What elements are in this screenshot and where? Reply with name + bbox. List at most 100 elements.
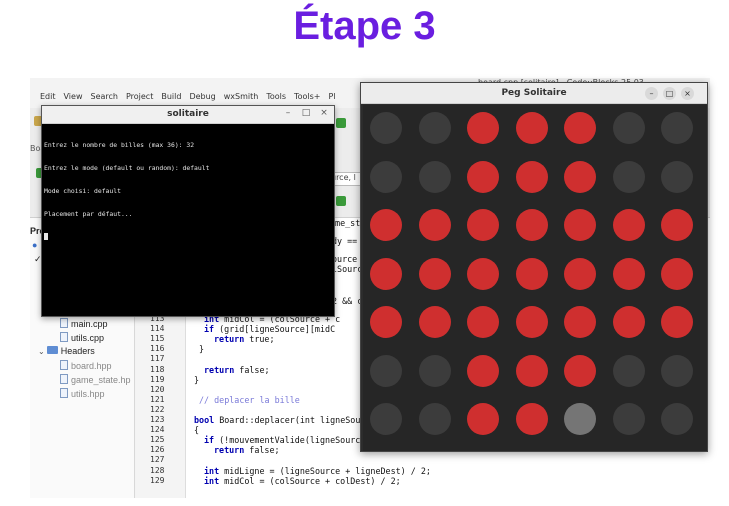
tree-file-main[interactable]: main.cpp — [60, 318, 108, 329]
peg[interactable] — [370, 306, 402, 338]
menu-item[interactable]: Project — [126, 92, 153, 101]
code-line: { — [194, 425, 199, 435]
peg[interactable] — [515, 160, 548, 193]
close-icon[interactable]: × — [681, 87, 694, 100]
play-icon[interactable] — [336, 118, 346, 128]
menu-item[interactable]: Edit — [40, 92, 56, 101]
peg[interactable] — [564, 209, 596, 241]
file-label: main.cpp — [71, 319, 108, 329]
peg[interactable] — [564, 306, 596, 338]
peg[interactable] — [467, 209, 499, 241]
peg[interactable] — [418, 209, 451, 241]
peg[interactable] — [661, 209, 693, 241]
menu-item[interactable]: Tools+ — [294, 92, 320, 101]
maximize-icon[interactable]: □ — [300, 108, 312, 118]
empty-hole[interactable] — [661, 403, 693, 435]
menu-item[interactable]: Debug — [189, 92, 215, 101]
code-text: } — [199, 344, 205, 355]
peg[interactable] — [612, 209, 645, 241]
menu-item[interactable]: Tools — [266, 92, 286, 101]
code-text: { — [194, 425, 200, 436]
code-line: int midLigne = (ligneSource + ligneDest)… — [204, 466, 431, 476]
close-icon[interactable]: × — [318, 108, 330, 118]
peg[interactable] — [564, 160, 596, 193]
peg[interactable] — [370, 257, 402, 290]
line-number: 122 — [150, 404, 165, 414]
peg[interactable] — [515, 306, 548, 338]
peg[interactable] — [564, 257, 596, 290]
empty-hole[interactable] — [418, 160, 451, 193]
empty-hole[interactable] — [661, 354, 693, 387]
empty-hole[interactable] — [418, 112, 451, 144]
file-label: utils.hpp — [71, 389, 105, 399]
peg-solitaire-window[interactable]: Peg Solitaire – □ × — [360, 82, 708, 452]
empty-hole[interactable] — [612, 112, 645, 144]
code-text: midCol = (colSource + colDest) / 2; — [219, 475, 401, 486]
terminal-cursor — [44, 233, 48, 241]
empty-hole[interactable] — [661, 112, 693, 144]
run-icon[interactable] — [336, 196, 346, 206]
empty-hole[interactable] — [418, 403, 451, 435]
tree-file-utils[interactable]: utils.cpp — [60, 332, 104, 343]
tree-file-game-state-hpp[interactable]: game_state.hp — [60, 374, 131, 385]
peg-titlebar[interactable]: Peg Solitaire – □ × — [361, 83, 707, 104]
empty-hole[interactable] — [370, 112, 402, 144]
file-icon — [60, 360, 68, 370]
peg[interactable] — [515, 403, 548, 435]
minimize-icon[interactable]: – — [645, 87, 658, 100]
terminal-line: Placement par défaut... — [44, 209, 133, 218]
line-number: 123 — [150, 415, 165, 424]
tree-file-board-hpp[interactable]: board.hpp — [60, 360, 112, 371]
empty-hole[interactable] — [661, 160, 693, 193]
terminal-window[interactable]: solitaire – □ × Entrez le nombre de bill… — [41, 105, 335, 317]
empty-hole[interactable] — [370, 403, 402, 435]
menu-item[interactable]: Build — [161, 92, 181, 101]
peg[interactable] — [564, 112, 596, 144]
menu-item[interactable]: View — [64, 92, 83, 101]
line-number: 117 — [150, 354, 165, 364]
maximize-icon[interactable]: □ — [663, 87, 676, 100]
peg[interactable] — [515, 257, 548, 290]
peg[interactable] — [467, 112, 499, 144]
code-text: false; — [244, 445, 280, 456]
peg[interactable] — [467, 257, 499, 290]
empty-hole[interactable] — [418, 354, 451, 387]
empty-hole[interactable] — [370, 354, 402, 387]
peg[interactable] — [467, 306, 499, 338]
selected-hole[interactable] — [564, 403, 596, 435]
menu-item[interactable]: Search — [90, 92, 117, 101]
line-number: 124 — [150, 425, 165, 435]
menu-item[interactable]: Pl — [328, 92, 335, 101]
peg[interactable] — [612, 306, 645, 338]
peg[interactable] — [467, 160, 499, 193]
terminal-output: Entrez le nombre de billes (max 36): 32 … — [44, 127, 209, 257]
peg[interactable] — [515, 354, 548, 387]
peg[interactable] — [515, 209, 548, 241]
code-line: } — [194, 375, 199, 385]
peg[interactable] — [661, 306, 693, 338]
code-text: Board::deplacer(int ligneSour — [214, 415, 366, 425]
peg[interactable] — [467, 403, 499, 435]
peg[interactable] — [418, 306, 451, 338]
terminal-titlebar[interactable]: solitaire – □ × — [42, 106, 334, 124]
menu-item[interactable]: wxSmith — [224, 92, 259, 101]
peg[interactable] — [661, 257, 693, 290]
empty-hole[interactable] — [612, 160, 645, 193]
line-number: 125 — [150, 435, 165, 445]
peg[interactable] — [418, 257, 451, 290]
peg[interactable] — [612, 257, 645, 290]
minimize-icon[interactable]: – — [282, 108, 294, 118]
peg[interactable] — [370, 209, 402, 241]
terminal-line: Entrez le nombre de billes (max 36): 32 — [44, 141, 195, 150]
tree-file-utils-hpp[interactable]: utils.hpp — [60, 388, 105, 399]
empty-hole[interactable] — [612, 354, 645, 387]
folder-label: Headers — [60, 346, 95, 356]
line-gutter: 113 114 115 116 117 118 119 120 121 122 123 124 125 1… — [136, 314, 186, 498]
peg[interactable] — [564, 354, 596, 387]
tree-folder-headers[interactable]: ⌄ Headers — [38, 346, 95, 356]
peg-board[interactable] — [363, 105, 707, 451]
empty-hole[interactable] — [370, 160, 402, 193]
empty-hole[interactable] — [612, 403, 645, 435]
peg[interactable] — [515, 112, 548, 144]
peg[interactable] — [467, 354, 499, 387]
